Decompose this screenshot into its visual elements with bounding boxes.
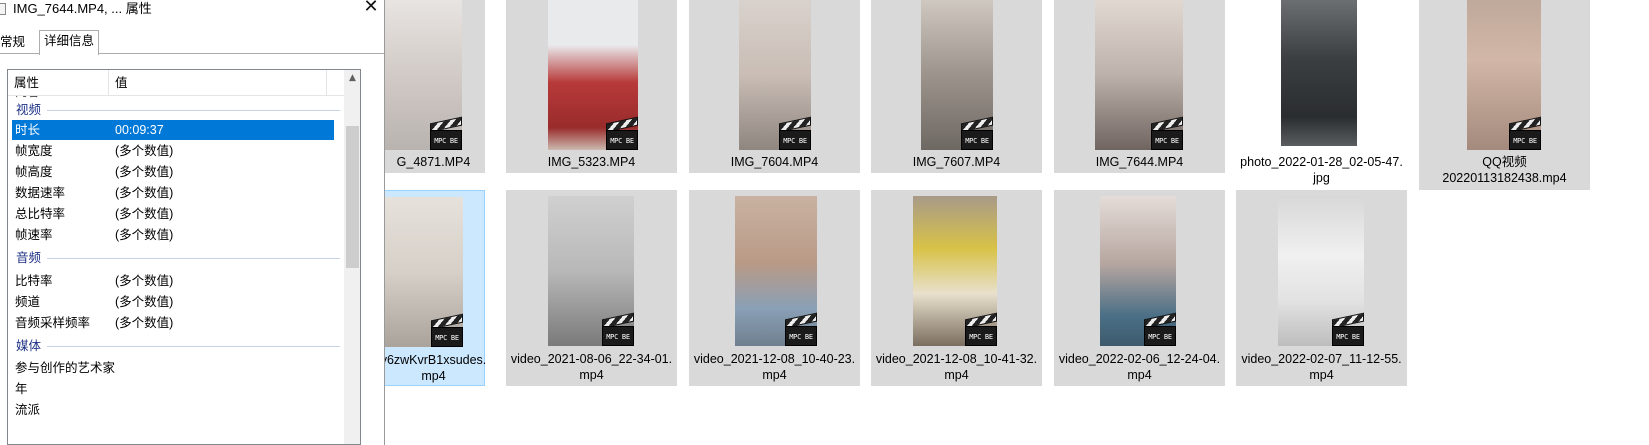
file-tile[interactable]: MPC BE video_2021-08-06_22-34-01. mp4 (506, 190, 677, 386)
scrollbar-thumb[interactable] (346, 126, 359, 268)
video-thumbnail: MPC BE (735, 196, 817, 346)
file-tile[interactable]: MPC BE video_2021-12-08_10-40-23. mp4 (689, 190, 860, 386)
file-tile[interactable]: MPC BE QQ视频 20220113182438.mp4 (1419, 0, 1590, 190)
video-thumbnail: MPC BE (384, 0, 462, 150)
list-item[interactable]: 频道 (多个数值) (12, 292, 334, 312)
file-tile[interactable]: MPC BE IMG_7607.MP4 (871, 0, 1042, 173)
video-thumbnail: MPC BE (385, 197, 463, 347)
mpc-be-icon: MPC BE (429, 313, 463, 347)
file-tile[interactable]: photo_2022-01-28_02-05-47. jpg (1236, 0, 1407, 190)
mpc-be-icon: MPC BE (428, 116, 462, 150)
image-thumbnail (1281, 0, 1357, 146)
scroll-up-arrow-icon[interactable]: ▲ (344, 70, 360, 87)
list-header: 属性 值 (8, 70, 344, 96)
video-thumbnail: MPC BE (1100, 196, 1176, 346)
file-name: IMG_7604.MP4 (730, 155, 819, 169)
group-video: 视频 (12, 100, 340, 120)
file-name: QQ视频 20220113182438.mp4 (1442, 155, 1567, 185)
close-icon[interactable]: ✕ (360, 0, 382, 18)
mpc-be-icon: MPC BE (777, 116, 811, 150)
list-item[interactable]: 音频采样频率 (多个数值) (12, 313, 334, 333)
list-item-duration[interactable]: 时长 00:09:37 (12, 120, 334, 140)
file-name: video_2022-02-07_11-12-55. mp4 (1241, 352, 1402, 382)
list-item[interactable]: 参与创作的艺术家 (12, 358, 334, 378)
video-thumbnail: MPC BE (739, 0, 811, 150)
mpc-be-icon: MPC BE (600, 312, 634, 346)
video-thumbnail: MPC BE (913, 196, 997, 346)
video-thumbnail: MPC BE (548, 0, 638, 150)
list-item[interactable]: 帧速率 (多个数值) (12, 225, 334, 245)
column-header-property[interactable]: 属性 (8, 70, 109, 96)
tab-general[interactable]: 常规 (0, 32, 29, 54)
file-name: IMG_5323.MP4 (547, 155, 636, 169)
file-tile[interactable]: MPC BE video_2021-12-08_10-41-32. mp4 (871, 190, 1042, 386)
column-header-value[interactable]: 值 (109, 70, 327, 96)
mpc-be-icon: MPC BE (963, 312, 997, 346)
file-name: IMG_7607.MP4 (912, 155, 1001, 169)
properties-dialog: IMG_7644.MP4, ... 属性 ✕ 常规 详细信息 属性 值 内容 视… (0, 0, 385, 445)
list-item[interactable]: 帧宽度 (多个数值) (12, 141, 334, 161)
mpc-be-icon: MPC BE (783, 312, 817, 346)
video-thumbnail: MPC BE (921, 0, 993, 150)
file-name: IMG_7644.MP4 (1095, 155, 1184, 169)
group-audio: 音频 (12, 248, 340, 268)
video-thumbnail: MPC BE (1095, 0, 1183, 150)
mpc-be-icon: MPC BE (1507, 116, 1541, 150)
file-icon (0, 3, 6, 15)
tab-details[interactable]: 详细信息 (39, 30, 100, 55)
window-title: IMG_7644.MP4, ... 属性 (13, 1, 152, 16)
list-item[interactable]: 总比特率 (多个数值) (12, 204, 334, 224)
group-media: 媒体 (12, 336, 340, 356)
video-thumbnail: MPC BE (548, 196, 634, 346)
list-item[interactable]: 帧高度 (多个数值) (12, 162, 334, 182)
file-tile[interactable]: MPC BE IMG_5323.MP4 (506, 0, 677, 173)
list-item[interactable]: 流派 (12, 400, 334, 420)
list-item[interactable]: 比特率 (多个数值) (12, 271, 334, 291)
video-thumbnail: MPC BE (1467, 0, 1541, 150)
list-body: 内容 视频 时长00:09:37 帧宽度(多个数值) 帧高度(多个数值) 数据速… (8, 96, 344, 444)
file-name: video_2022-02-06_12-24-04. mp4 (1058, 352, 1221, 382)
mpc-be-icon: MPC BE (1142, 312, 1176, 346)
mpc-be-icon: MPC BE (1330, 312, 1364, 346)
title-bar[interactable]: IMG_7644.MP4, ... 属性 ✕ (0, 0, 384, 22)
file-tile[interactable]: MPC BE video_2022-02-07_11-12-55. mp4 (1236, 190, 1407, 386)
mpc-be-icon: MPC BE (1149, 116, 1183, 150)
file-name: video_2021-12-08_10-41-32. mp4 (875, 352, 1038, 382)
details-list: 属性 值 内容 视频 时长00:09:37 帧宽度(多个数值) 帧高度(多个数值… (7, 69, 361, 445)
vertical-scrollbar[interactable]: ▲ (344, 70, 360, 444)
list-item[interactable]: 年 (12, 379, 334, 399)
file-name: video_2021-12-08_10-40-23. mp4 (693, 352, 856, 382)
file-tile[interactable]: MPC BE video_2022-02-06_12-24-04. mp4 (1054, 190, 1225, 386)
mpc-be-icon: MPC BE (604, 116, 638, 150)
file-name: photo_2022-01-28_02-05-47. jpg (1240, 155, 1403, 185)
file-tile[interactable]: MPC BE IMG_7604.MP4 (689, 0, 860, 173)
file-name: video_2021-08-06_22-34-01. mp4 (510, 352, 673, 382)
mpc-be-icon: MPC BE (959, 116, 993, 150)
video-thumbnail: MPC BE (1278, 196, 1364, 346)
list-item[interactable]: 数据速率 (多个数值) (12, 183, 334, 203)
file-tile[interactable]: MPC BE IMG_7644.MP4 (1054, 0, 1225, 173)
tab-strip: 常规 详细信息 (0, 30, 384, 55)
